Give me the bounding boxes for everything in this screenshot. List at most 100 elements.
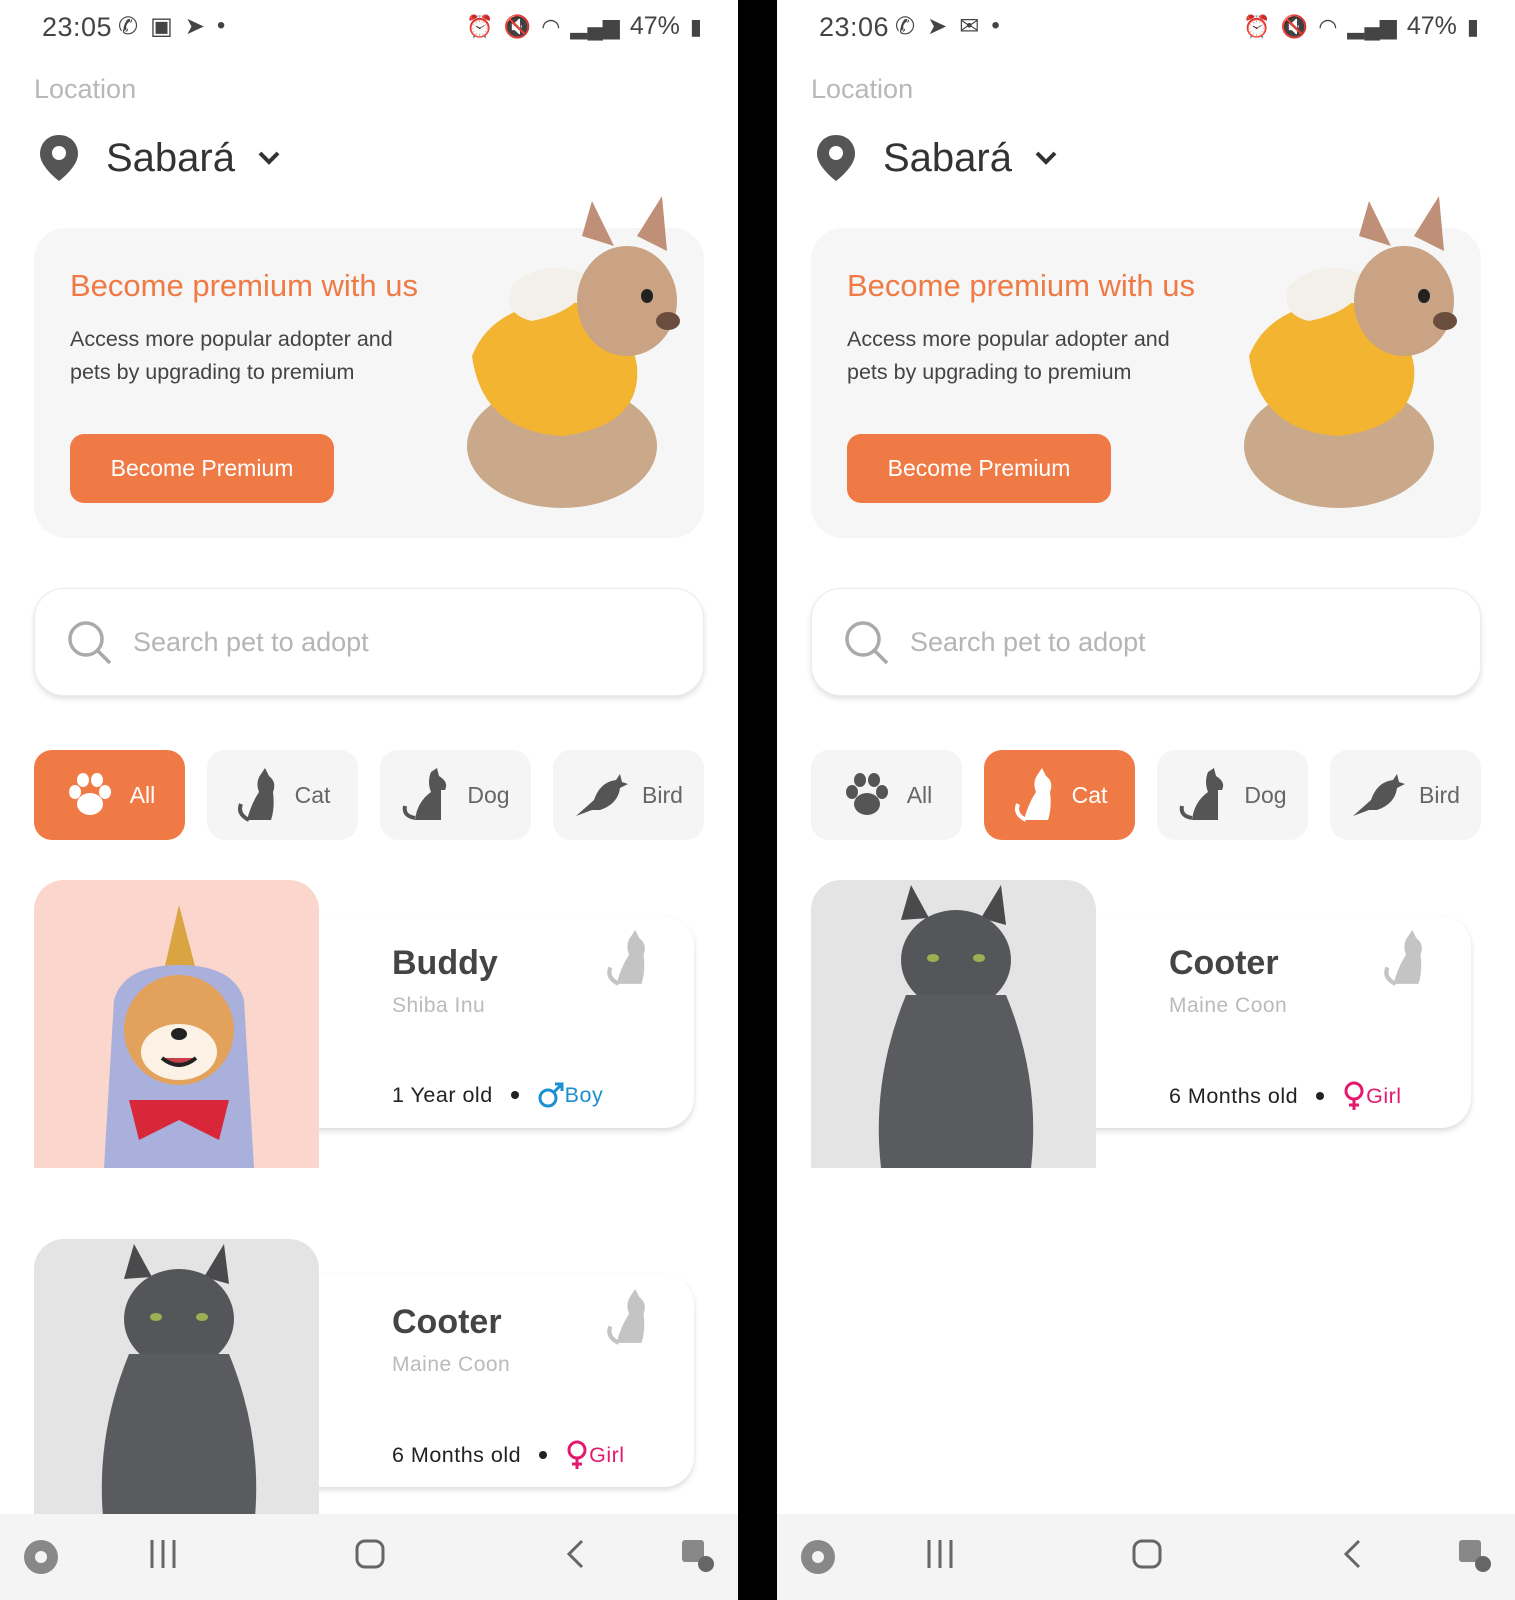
search-bar[interactable]: Search pet to adopt xyxy=(811,588,1481,696)
search-icon xyxy=(845,621,889,665)
female-icon xyxy=(1344,1081,1364,1110)
more-dot-icon: • xyxy=(216,12,226,39)
gmail-icon: ✉ xyxy=(959,13,980,40)
phone-screen-right: 23:06 ✆ ➤ ✉ • ⏰ 🔇 ◠ ▂▄▆ 47% ▮ Location S… xyxy=(777,0,1515,1600)
status-time: 23:06 xyxy=(819,12,890,42)
location-selector[interactable]: Sabará xyxy=(815,128,1058,188)
category-filters: All Cat Dog Bird xyxy=(34,750,704,840)
separator-dot xyxy=(539,1451,548,1459)
phone-screen-left: 23:05 ✆ ▣ ➤ • ⏰ 🔇 ◠ ▂▄▆ 47% ▮ Location S… xyxy=(0,0,738,1600)
mute-icon: 🔇 xyxy=(503,13,532,39)
pet-age: 6 Months old xyxy=(1169,1083,1299,1108)
chevron-down-icon xyxy=(258,151,280,165)
pet-gender-label: Girl xyxy=(1366,1083,1402,1108)
filter-bird[interactable]: Bird xyxy=(1330,750,1481,840)
pet-photo xyxy=(34,880,319,1168)
system-icons: ⏰ 🔇 ◠ ▂▄▆ 47% ▮ xyxy=(1243,12,1479,41)
home-button-icon[interactable] xyxy=(1131,1538,1163,1570)
accessibility-touch-icon[interactable] xyxy=(1457,1538,1493,1574)
telegram-icon: ➤ xyxy=(184,13,205,40)
pet-type-cat-icon xyxy=(607,930,645,986)
pet-card[interactable]: Cooter Maine Coon 6 Months old Girl xyxy=(811,880,1471,1170)
pet-card-info: Buddy Shiba Inu 1 Year old Boy xyxy=(284,916,694,1128)
premium-banner: Become premium with us Access more popul… xyxy=(34,196,704,538)
male-icon xyxy=(538,1082,564,1108)
pet-type-cat-icon xyxy=(607,1289,645,1345)
filter-dog[interactable]: Dog xyxy=(1157,750,1308,840)
system-icons: ⏰ 🔇 ◠ ▂▄▆ 47% ▮ xyxy=(466,12,702,41)
filter-cat[interactable]: Cat xyxy=(207,750,358,840)
battery-percent: 47% xyxy=(1406,12,1457,40)
search-icon xyxy=(68,621,112,665)
whatsapp-icon: ✆ xyxy=(118,13,139,40)
recent-apps-icon[interactable] xyxy=(925,1538,955,1570)
filter-all[interactable]: All xyxy=(34,750,185,840)
whatsapp-icon: ✆ xyxy=(895,13,916,40)
mute-icon: 🔇 xyxy=(1280,13,1309,39)
shiba-dog-photo xyxy=(104,905,254,1168)
bird-icon xyxy=(576,774,629,816)
battery-icon: ▮ xyxy=(1466,13,1479,39)
filter-dog-label: Dog xyxy=(467,781,510,808)
promo-description: Access more popular adopter and pets by … xyxy=(847,327,1170,384)
bulldog-illustration xyxy=(1244,196,1457,508)
separator-dot xyxy=(1316,1092,1325,1100)
accessibility-touch-icon[interactable] xyxy=(680,1538,716,1574)
promo-description: Access more popular adopter and pets by … xyxy=(70,327,393,384)
pet-gender-label: Girl xyxy=(589,1442,625,1467)
pet-meta: 6 Months old Girl xyxy=(1169,1081,1402,1111)
system-nav-bar xyxy=(777,1514,1515,1600)
pet-photo xyxy=(34,1239,319,1527)
pet-card-info: Cooter Maine Coon 6 Months old Girl xyxy=(284,1275,694,1487)
search-bar[interactable]: Search pet to adopt xyxy=(34,588,704,696)
location-city: Sabará xyxy=(883,135,1012,180)
bird-icon xyxy=(1353,774,1406,816)
game-launcher-icon[interactable] xyxy=(799,1538,837,1576)
filter-all-label: All xyxy=(129,781,156,808)
location-pin-icon xyxy=(817,135,855,181)
search-input[interactable]: Search pet to adopt xyxy=(910,627,1146,658)
filter-all[interactable]: All xyxy=(811,750,962,840)
grey-cat-photo xyxy=(878,885,1034,1168)
filter-cat[interactable]: Cat xyxy=(984,750,1135,840)
pet-age: 6 Months old xyxy=(392,1442,522,1467)
pet-breed: Maine Coon xyxy=(392,1353,511,1376)
wifi-icon: ◠ xyxy=(541,13,561,39)
pet-name: Cooter xyxy=(392,1303,502,1341)
recent-apps-icon[interactable] xyxy=(148,1538,178,1570)
promo-title: Become premium with us xyxy=(847,268,1196,303)
pet-gender: Girl xyxy=(1342,1081,1401,1111)
filter-cat-label: Cat xyxy=(1071,781,1108,808)
location-pin-icon xyxy=(40,135,78,181)
grey-cat-photo xyxy=(101,1244,257,1527)
filter-dog[interactable]: Dog xyxy=(380,750,531,840)
wifi-icon: ◠ xyxy=(1318,13,1338,39)
pet-name: Buddy xyxy=(392,944,498,982)
become-premium-button[interactable]: Become Premium xyxy=(70,434,334,503)
game-launcher-icon[interactable] xyxy=(22,1538,60,1576)
pet-card[interactable]: Cooter Maine Coon 6 Months old Girl xyxy=(34,1239,694,1529)
pet-name: Cooter xyxy=(1169,944,1279,982)
paw-icon xyxy=(845,773,888,815)
cat-icon xyxy=(237,768,274,822)
pet-type-cat-icon xyxy=(1384,930,1422,986)
notification-icons: ✆ ➤ ✉ • xyxy=(895,12,1000,41)
home-button-icon[interactable] xyxy=(354,1538,386,1570)
pet-photo xyxy=(811,880,1096,1168)
back-button-icon[interactable] xyxy=(564,1538,588,1570)
alarm-icon: ⏰ xyxy=(1243,13,1271,39)
telegram-icon: ➤ xyxy=(927,13,948,40)
pet-card[interactable]: Buddy Shiba Inu 1 Year old Boy xyxy=(34,880,694,1170)
search-input[interactable]: Search pet to adopt xyxy=(133,627,369,658)
become-premium-button[interactable]: Become Premium xyxy=(847,434,1111,503)
location-label: Location xyxy=(34,74,137,104)
pet-card-info: Cooter Maine Coon 6 Months old Girl xyxy=(1061,916,1471,1128)
chevron-down-icon xyxy=(1035,151,1057,165)
pet-gender: Boy xyxy=(537,1081,604,1109)
location-selector[interactable]: Sabará xyxy=(38,128,281,188)
filter-bird-label: Bird xyxy=(1419,781,1460,808)
battery-icon: ▮ xyxy=(689,13,702,39)
signal-icon: ▂▄▆ xyxy=(570,13,620,39)
back-button-icon[interactable] xyxy=(1341,1538,1365,1570)
filter-bird[interactable]: Bird xyxy=(553,750,704,840)
